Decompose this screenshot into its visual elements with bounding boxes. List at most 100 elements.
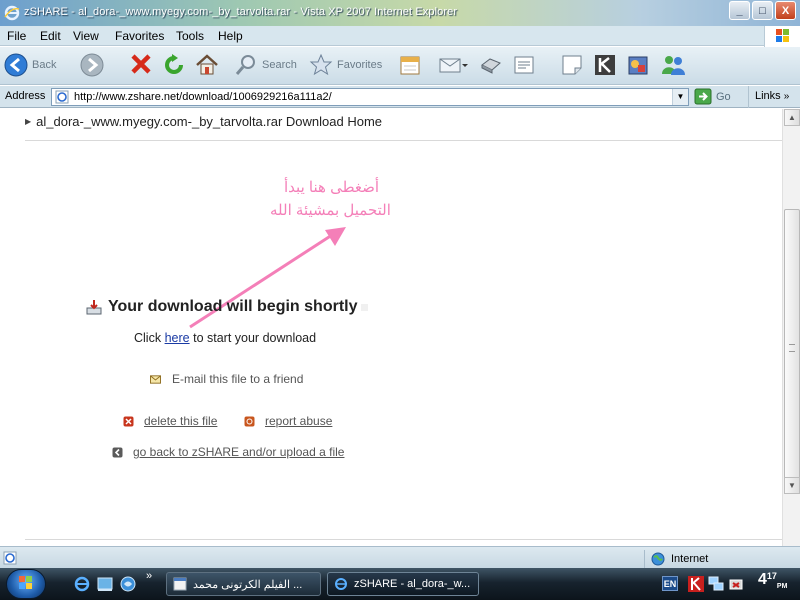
edit-button[interactable] bbox=[512, 53, 536, 77]
print-button[interactable] bbox=[478, 53, 502, 77]
go-arrow-icon bbox=[694, 88, 712, 105]
language-indicator[interactable]: EN bbox=[662, 576, 678, 591]
refresh-icon bbox=[165, 54, 183, 74]
heading-square bbox=[361, 303, 369, 311]
discuss-button[interactable] bbox=[560, 53, 584, 77]
start-button[interactable] bbox=[6, 569, 46, 599]
menu-favorites[interactable]: Favorites bbox=[115, 29, 164, 43]
zone-label: Internet bbox=[671, 553, 709, 565]
page-status-icon bbox=[3, 551, 17, 565]
vertical-scrollbar[interactable]: ▲ ▼ bbox=[782, 109, 800, 546]
favorites-star-icon bbox=[309, 53, 333, 76]
address-input[interactable]: http://www.zshare.net/download/100692921… bbox=[51, 88, 689, 106]
stop-x-icon bbox=[131, 54, 151, 74]
scroll-down-button[interactable]: ▼ bbox=[784, 477, 800, 494]
favorites-label: Favorites bbox=[337, 59, 383, 71]
back-row[interactable]: go back to zSHARE and/or upload a file bbox=[112, 445, 344, 459]
delete-link[interactable]: delete this file bbox=[144, 414, 217, 428]
security-zone: Internet bbox=[644, 550, 800, 568]
safely-remove-icon[interactable] bbox=[728, 576, 744, 592]
here-link[interactable]: here bbox=[165, 331, 190, 345]
email-row[interactable]: E-mail this file to a friend bbox=[150, 372, 303, 386]
address-label: Address bbox=[5, 90, 46, 102]
taskbar-item-2[interactable]: zSHARE - al_dora-_w... bbox=[327, 572, 479, 596]
clock-ampm: PM bbox=[776, 583, 788, 591]
windows-logo bbox=[764, 26, 800, 47]
delete-row[interactable]: delete this file bbox=[123, 414, 217, 428]
divider-top bbox=[25, 140, 782, 141]
scroll-thumb[interactable] bbox=[784, 209, 800, 489]
search-button[interactable]: Search bbox=[234, 53, 297, 77]
page-content: ▶ al_dora-_www.myegy.com-_by_tarvolta.rar… bbox=[0, 109, 782, 546]
envelope-icon bbox=[150, 374, 161, 384]
task-1-label: الفيلم الكرتونى محمد ... bbox=[193, 578, 303, 591]
minimize-button[interactable]: _ bbox=[729, 1, 750, 20]
refresh-button[interactable] bbox=[162, 53, 186, 77]
annotation-line-2: التحميل بمشيئة الله bbox=[270, 202, 391, 219]
menu-view[interactable]: View bbox=[73, 29, 99, 43]
report-link[interactable]: report abuse bbox=[265, 414, 332, 428]
grip-icon bbox=[789, 344, 795, 352]
task-window-icon bbox=[173, 577, 187, 591]
stop-button[interactable] bbox=[130, 53, 152, 75]
menu-help[interactable]: Help bbox=[218, 29, 243, 43]
forward-arrow-icon bbox=[80, 53, 104, 77]
windows-start-icon bbox=[19, 576, 32, 589]
mail-button[interactable] bbox=[438, 53, 468, 77]
address-bar: Address http://www.zshare.net/download/1… bbox=[0, 86, 800, 108]
toolbar: Back Search Favorites bbox=[0, 47, 800, 85]
report-flag-icon bbox=[244, 416, 255, 426]
menu-edit[interactable]: Edit bbox=[40, 29, 61, 43]
click-prefix: Click bbox=[134, 331, 162, 345]
search-label: Search bbox=[262, 59, 297, 71]
taskbar-clock[interactable]: 417 PM bbox=[758, 571, 787, 590]
taskbar-item-1[interactable]: الفيلم الكرتونى محمد ... bbox=[166, 572, 321, 596]
note-icon bbox=[562, 55, 582, 75]
history-calendar-icon bbox=[400, 56, 420, 75]
history-button[interactable] bbox=[398, 53, 422, 77]
ie-icon bbox=[4, 5, 20, 21]
arrow-right-icon: ▶ bbox=[25, 117, 32, 126]
report-row[interactable]: report abuse bbox=[244, 414, 332, 428]
chevron-down-icon[interactable]: ▼ bbox=[672, 89, 688, 105]
tool-button[interactable] bbox=[626, 53, 650, 77]
network-icon[interactable] bbox=[708, 576, 724, 592]
switch-windows-icon[interactable] bbox=[119, 575, 137, 593]
divider-bottom bbox=[25, 539, 782, 540]
task-2-label: zSHARE - al_dora-_w... bbox=[354, 578, 471, 590]
printer-icon bbox=[481, 58, 501, 74]
back-link[interactable]: go back to zSHARE and/or upload a file bbox=[133, 445, 344, 459]
scroll-up-button[interactable]: ▲ bbox=[784, 109, 800, 126]
windows-flag-icon bbox=[776, 29, 789, 42]
research-button[interactable] bbox=[593, 53, 617, 77]
mail-envelope-icon bbox=[439, 58, 468, 73]
links-button[interactable]: Links » bbox=[748, 86, 800, 108]
menu-file[interactable]: File bbox=[7, 29, 26, 43]
kaspersky-icon[interactable] bbox=[688, 576, 704, 592]
annotation-line-1: أضغطى هنا يبدأ bbox=[284, 179, 380, 196]
search-magnifier-icon bbox=[235, 55, 255, 75]
globe-icon bbox=[651, 552, 665, 566]
click-suffix: to start your download bbox=[193, 331, 317, 345]
home-button[interactable] bbox=[195, 53, 219, 77]
messenger-button[interactable] bbox=[660, 53, 686, 77]
menu-tools[interactable]: Tools bbox=[176, 29, 204, 43]
close-button[interactable]: X bbox=[775, 1, 796, 20]
window-title: zSHARE - al_dora-_www.myegy.com-_by_tarv… bbox=[24, 6, 458, 18]
download-heading: Your download will begin shortly bbox=[86, 298, 369, 316]
maximize-button[interactable]: □ bbox=[752, 1, 773, 20]
back-button[interactable]: Back bbox=[4, 53, 56, 77]
clock-hour: 4 bbox=[758, 571, 767, 588]
back-arrow-icon bbox=[4, 53, 28, 77]
messenger-icon bbox=[662, 56, 685, 75]
favorites-button[interactable]: Favorites bbox=[309, 53, 382, 77]
k-logo-icon bbox=[595, 55, 615, 75]
delete-x-icon bbox=[123, 416, 134, 426]
forward-button[interactable] bbox=[80, 53, 104, 77]
email-link[interactable]: E-mail this file to a friend bbox=[172, 372, 303, 386]
breadcrumb: ▶ al_dora-_www.myegy.com-_by_tarvolta.rar… bbox=[25, 114, 382, 129]
show-desktop-icon[interactable] bbox=[96, 575, 114, 593]
quicklaunch-ie-icon[interactable] bbox=[73, 575, 91, 593]
quicklaunch-chevron-icon[interactable]: » bbox=[146, 570, 152, 582]
go-button[interactable]: Go bbox=[694, 88, 731, 105]
